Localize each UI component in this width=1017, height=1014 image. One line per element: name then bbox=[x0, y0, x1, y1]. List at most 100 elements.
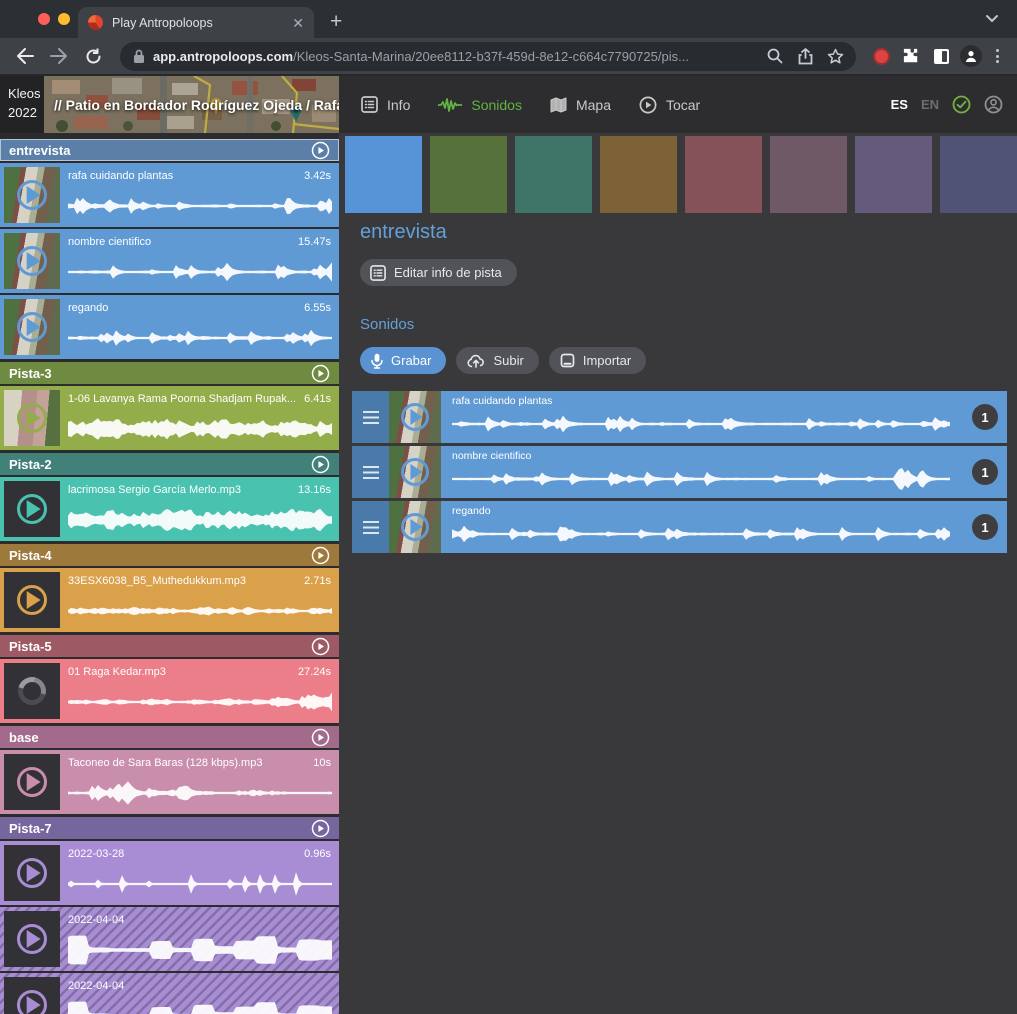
track-color-tile-6[interactable] bbox=[770, 136, 847, 213]
loading-thumbnail[interactable] bbox=[4, 663, 60, 719]
sound-thumbnail[interactable] bbox=[4, 754, 60, 810]
track-header[interactable]: Pista-7 bbox=[0, 817, 339, 839]
extensions-puzzle-icon[interactable] bbox=[900, 45, 922, 67]
play-icon[interactable] bbox=[17, 494, 47, 524]
sound-clip[interactable]: 33ESX6038_B5_Muthedukkum.mp32.71s bbox=[0, 568, 339, 632]
track-header[interactable]: Pista-2 bbox=[0, 453, 339, 475]
track-play-icon[interactable] bbox=[311, 728, 330, 747]
play-icon[interactable] bbox=[17, 767, 47, 797]
track-color-tile-5[interactable] bbox=[685, 136, 762, 213]
play-icon[interactable] bbox=[401, 513, 429, 541]
drag-handle[interactable] bbox=[352, 446, 389, 498]
reload-button[interactable] bbox=[80, 43, 106, 69]
sound-clip[interactable]: 2022-04-04 bbox=[0, 973, 339, 1014]
play-icon[interactable] bbox=[17, 246, 47, 276]
sound-thumbnail[interactable] bbox=[4, 845, 60, 901]
sound-thumbnail[interactable] bbox=[4, 481, 60, 537]
sound-thumbnail[interactable] bbox=[4, 977, 60, 1014]
sound-thumbnail[interactable] bbox=[4, 390, 60, 446]
track-color-tile-8[interactable] bbox=[940, 136, 1017, 213]
track-play-icon[interactable] bbox=[311, 455, 330, 474]
sound-clip[interactable]: regando6.55s bbox=[0, 295, 339, 359]
sound-clip[interactable]: 1-06 Lavanya Rama Poorna Shadjam Rupak..… bbox=[0, 386, 339, 450]
sound-clip[interactable]: 2022-03-280.96s bbox=[0, 841, 339, 905]
track-header[interactable]: base bbox=[0, 726, 339, 748]
track-header[interactable]: Pista-4 bbox=[0, 544, 339, 566]
nav-item-sonidos[interactable]: Sonidos bbox=[438, 97, 522, 113]
sound-clip[interactable]: Taconeo de Sara Baras (128 kbps).mp310s bbox=[0, 750, 339, 814]
recorder-extension-icon[interactable] bbox=[870, 45, 892, 67]
address-bar[interactable]: app.antropoloops.com/Kleos-Santa-Marina/… bbox=[120, 42, 856, 71]
back-button[interactable] bbox=[12, 43, 38, 69]
play-icon[interactable] bbox=[401, 403, 429, 431]
track-play-icon[interactable] bbox=[311, 364, 330, 383]
nav-item-mapa[interactable]: Mapa bbox=[550, 97, 611, 113]
side-panel-icon[interactable] bbox=[930, 45, 952, 67]
drag-handle[interactable] bbox=[352, 501, 389, 553]
sound-thumbnail[interactable] bbox=[4, 233, 60, 289]
profile-avatar[interactable] bbox=[960, 45, 982, 67]
remix-cover-map[interactable]: // Patio en Bordador Rodríguez Ojeda / R… bbox=[44, 76, 339, 133]
track-header[interactable]: entrevista bbox=[0, 139, 339, 161]
share-icon[interactable] bbox=[794, 45, 816, 67]
new-tab-button[interactable]: + bbox=[330, 10, 342, 34]
track-header[interactable]: Pista-3 bbox=[0, 362, 339, 384]
browser-menu-icon[interactable] bbox=[990, 49, 1005, 63]
sound-row[interactable]: nombre cientifico1 bbox=[352, 446, 1007, 498]
track-play-icon[interactable] bbox=[311, 637, 330, 656]
edit-track-info-button[interactable]: Editar info de pista bbox=[360, 259, 517, 286]
sound-thumbnail[interactable] bbox=[389, 501, 441, 553]
minimize-window-button[interactable] bbox=[58, 13, 70, 25]
forward-button[interactable] bbox=[46, 43, 72, 69]
track-color-tile-3[interactable] bbox=[515, 136, 592, 213]
lang-es[interactable]: ES bbox=[891, 97, 908, 112]
track-color-tile-2[interactable] bbox=[430, 136, 507, 213]
lang-en[interactable]: EN bbox=[921, 97, 939, 112]
sound-clip[interactable]: 2022-04-04 bbox=[0, 907, 339, 971]
nav-item-info[interactable]: Info bbox=[361, 96, 410, 113]
sound-thumbnail[interactable] bbox=[4, 911, 60, 967]
track-color-tile-7[interactable] bbox=[855, 136, 932, 213]
import-button[interactable]: Importar bbox=[549, 347, 646, 374]
drag-handle[interactable] bbox=[352, 391, 389, 443]
sound-row[interactable]: regando1 bbox=[352, 501, 1007, 553]
track-play-icon[interactable] bbox=[311, 819, 330, 838]
track-color-tile-4[interactable] bbox=[600, 136, 677, 213]
account-icon[interactable] bbox=[984, 95, 1003, 114]
sound-clip[interactable]: 01 Raga Kedar.mp327.24s bbox=[0, 659, 339, 723]
waveform bbox=[452, 518, 952, 550]
play-icon[interactable] bbox=[17, 924, 47, 954]
sound-thumbnail[interactable] bbox=[4, 572, 60, 628]
play-icon[interactable] bbox=[17, 312, 47, 342]
zoom-page-icon[interactable] bbox=[764, 45, 786, 67]
play-icon[interactable] bbox=[401, 458, 429, 486]
track-play-icon[interactable] bbox=[311, 141, 330, 160]
sound-clip[interactable]: nombre cientifico15.47s bbox=[0, 229, 339, 293]
record-button[interactable]: Grabar bbox=[360, 347, 446, 374]
sound-row-body[interactable]: nombre cientifico1 bbox=[441, 446, 1007, 498]
play-icon[interactable] bbox=[17, 585, 47, 615]
track-color-tile-1[interactable] bbox=[345, 136, 422, 213]
sound-clip[interactable]: rafa cuidando plantas3.42s bbox=[0, 163, 339, 227]
sound-thumbnail[interactable] bbox=[4, 167, 60, 223]
close-window-button[interactable] bbox=[38, 13, 50, 25]
tab-search-chevron-icon[interactable] bbox=[985, 14, 999, 23]
sound-row-body[interactable]: regando1 bbox=[441, 501, 1007, 553]
play-icon[interactable] bbox=[17, 403, 47, 433]
play-icon[interactable] bbox=[17, 180, 47, 210]
sound-clip[interactable]: lacrimosa Sergio García Merlo.mp313.16s bbox=[0, 477, 339, 541]
nav-item-tocar[interactable]: Tocar bbox=[639, 96, 700, 114]
bookmark-star-icon[interactable] bbox=[824, 45, 846, 67]
track-header[interactable]: Pista-5 bbox=[0, 635, 339, 657]
upload-button[interactable]: Subir bbox=[456, 347, 538, 374]
tab-close-icon[interactable]: ✕ bbox=[292, 16, 304, 30]
play-icon[interactable] bbox=[17, 990, 47, 1014]
browser-tab[interactable]: Play Antropoloops ✕ bbox=[78, 7, 314, 38]
sound-row[interactable]: rafa cuidando plantas1 bbox=[352, 391, 1007, 443]
sound-thumbnail[interactable] bbox=[389, 446, 441, 498]
sound-thumbnail[interactable] bbox=[4, 299, 60, 355]
sound-row-body[interactable]: rafa cuidando plantas1 bbox=[441, 391, 1007, 443]
track-play-icon[interactable] bbox=[311, 546, 330, 565]
play-icon[interactable] bbox=[17, 858, 47, 888]
sound-thumbnail[interactable] bbox=[389, 391, 441, 443]
